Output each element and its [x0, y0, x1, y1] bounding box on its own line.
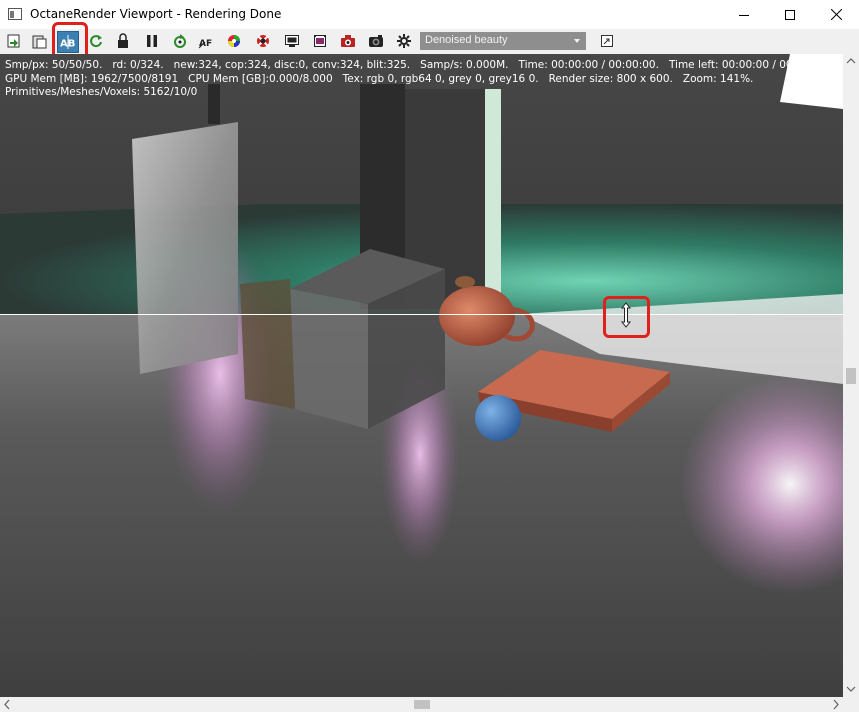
scrollbar-corner — [843, 697, 859, 712]
vertical-scroll-thumb — [846, 368, 856, 384]
title-bar: OctaneRender Viewport - Rendering Done — [0, 0, 859, 29]
close-icon — [830, 9, 842, 20]
chevron-down-icon — [574, 39, 580, 43]
stats-line-samples: Smp/px: 50/50/50. rd: 0/324. new:324, co… — [5, 59, 830, 71]
maximize-button[interactable] — [767, 0, 813, 29]
color-picker-icon — [228, 35, 240, 47]
lock-icon — [118, 33, 128, 48]
restart-render-button[interactable] — [87, 32, 105, 50]
scroll-up-icon — [846, 58, 856, 64]
camera-icon — [341, 35, 355, 47]
render-pass-selected: Denoised beauty — [425, 34, 508, 46]
reset-camera-button[interactable] — [171, 32, 189, 50]
viewport-toolbar: AB AF Denoised beauty — [0, 29, 859, 54]
scroll-left-icon — [4, 699, 10, 710]
film-region-icon — [285, 35, 299, 47]
render-viewport[interactable]: Smp/px: 50/50/50. rd: 0/324. new:324, co… — [0, 54, 843, 697]
stats-line-memory: GPU Mem [MB]: 1962/7500/8191 CPU Mem [GB… — [5, 72, 754, 85]
ab-compare-button[interactable]: AB — [57, 31, 79, 53]
snapshot-icon — [369, 35, 383, 47]
settings-button[interactable] — [395, 32, 413, 50]
render-statistics: Smp/px: 50/50/50. rd: 0/324. new:324, co… — [5, 59, 830, 100]
horizontal-scroll-thumb — [414, 700, 430, 709]
window-title: OctaneRender Viewport - Rendering Done — [30, 7, 282, 21]
pause-icon — [147, 35, 157, 47]
film-settings-icon — [314, 35, 326, 47]
vertical-scrollbar[interactable] — [843, 54, 859, 697]
pin-window-button[interactable] — [598, 32, 616, 50]
pause-button[interactable] — [143, 32, 161, 50]
clipboard-icon — [32, 35, 47, 49]
minimize-button[interactable] — [721, 0, 767, 29]
close-button[interactable] — [813, 0, 859, 29]
window-app-icon — [8, 8, 22, 20]
clipboard-button[interactable] — [30, 32, 48, 50]
pin-window-icon — [601, 35, 613, 47]
stats-line-geometry: Primitives/Meshes/Voxels: 5162/10/0 — [5, 86, 198, 98]
gear-icon — [397, 34, 411, 48]
minimize-icon — [739, 14, 749, 16]
scroll-right-icon — [833, 699, 839, 710]
region-render-button[interactable] — [254, 32, 272, 50]
render-pass-dropdown[interactable]: Denoised beauty — [420, 32, 586, 50]
snapshot-button[interactable] — [367, 32, 385, 50]
film-region-button[interactable] — [283, 32, 301, 50]
camera-settings-button[interactable] — [339, 32, 357, 50]
reset-camera-icon — [174, 34, 186, 48]
split-drag-handle-icon[interactable] — [619, 302, 633, 328]
color-picker-button[interactable] — [225, 32, 243, 50]
maximize-icon — [785, 9, 795, 20]
auto-focus-button[interactable]: AF — [198, 32, 216, 50]
lock-button[interactable] — [114, 32, 132, 50]
film-settings-button[interactable] — [311, 32, 329, 50]
ab-split-line[interactable] — [0, 314, 843, 315]
svg-text:AF: AF — [199, 39, 212, 49]
horizontal-scrollbar[interactable] — [0, 697, 843, 712]
export-render-button[interactable] — [5, 32, 23, 50]
region-render-icon — [257, 35, 269, 47]
restart-render-icon — [90, 35, 102, 48]
scroll-down-icon — [846, 686, 856, 692]
auto-focus-icon: AF — [198, 39, 212, 49]
ab-compare-icon: AB — [60, 35, 75, 50]
export-render-icon — [7, 34, 20, 48]
render-image — [0, 54, 843, 697]
